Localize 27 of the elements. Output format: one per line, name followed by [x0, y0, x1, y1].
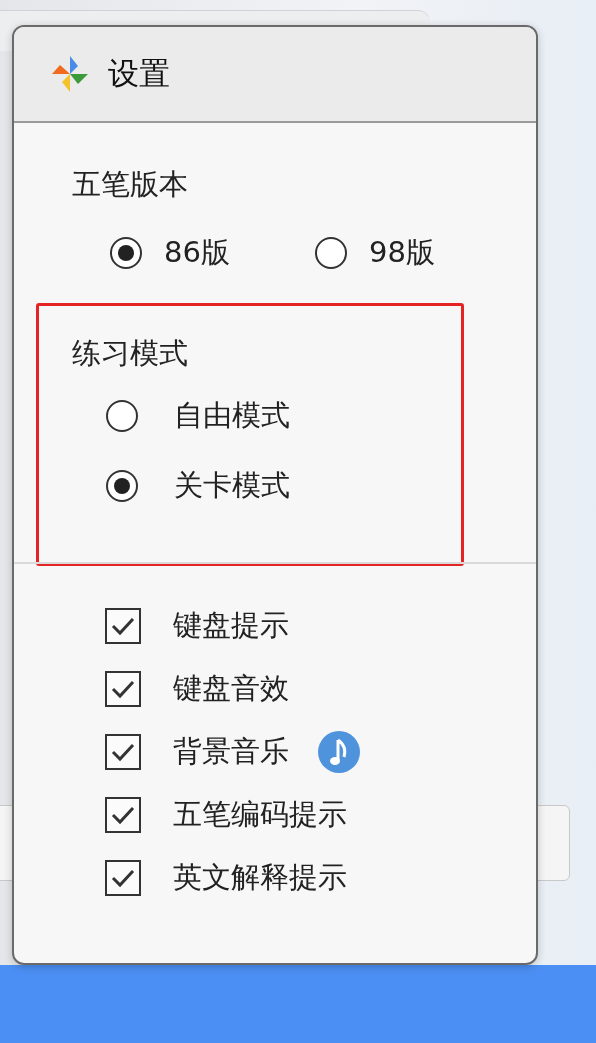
- checkbox[interactable]: [105, 671, 141, 707]
- window-title: 设置: [108, 54, 170, 93]
- checkbox-label: 英文解释提示: [173, 859, 347, 896]
- radio-button[interactable]: [110, 237, 142, 269]
- check-icon: [110, 615, 136, 637]
- checkbox[interactable]: [105, 608, 141, 644]
- music-note-icon[interactable]: [317, 730, 361, 774]
- radio-button[interactable]: [106, 470, 138, 502]
- option-label: 86版: [164, 234, 230, 271]
- section-label: 练习模式: [72, 335, 188, 372]
- checkbox-label: 键盘提示: [173, 607, 289, 644]
- radio-button[interactable]: [315, 237, 347, 269]
- checkbox[interactable]: [105, 860, 141, 896]
- checkbox-label: 背景音乐: [173, 733, 289, 770]
- check-icon: [110, 741, 136, 763]
- check-icon: [110, 804, 136, 826]
- check-icon: [110, 867, 136, 889]
- checkbox[interactable]: [105, 797, 141, 833]
- check-icon: [110, 678, 136, 700]
- option-label: 自由模式: [174, 397, 290, 434]
- section-label: 五笔版本: [72, 166, 188, 203]
- option-label: 98版: [369, 234, 435, 271]
- checkbox-label: 五笔编码提示: [173, 796, 347, 833]
- checkbox-label: 键盘音效: [173, 670, 289, 707]
- checkbox[interactable]: [105, 734, 141, 770]
- option-label: 关卡模式: [174, 467, 290, 504]
- radio-button[interactable]: [106, 400, 138, 432]
